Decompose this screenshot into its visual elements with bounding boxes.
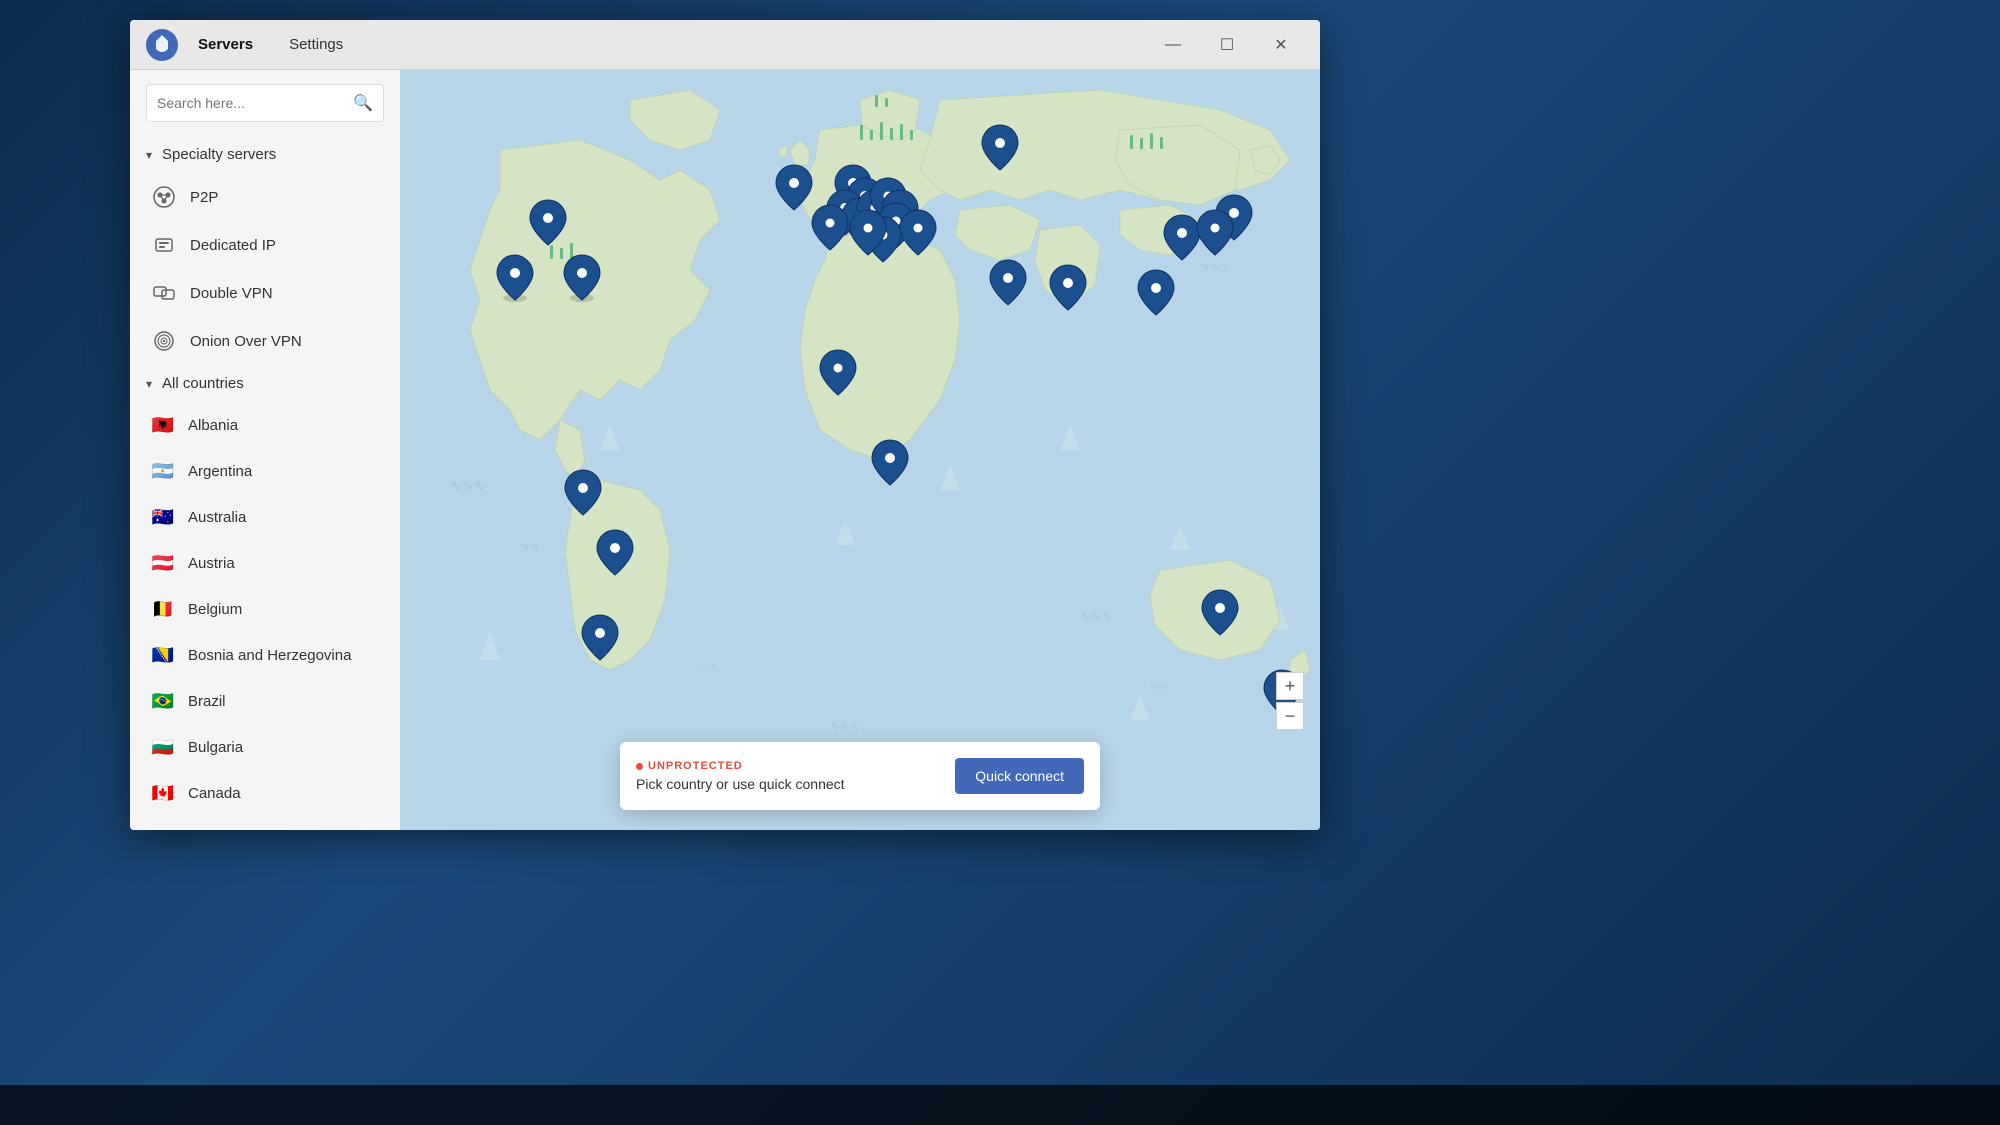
svg-text:∿∿∿: ∿∿∿ xyxy=(450,477,485,493)
p2p-label: P2P xyxy=(190,189,218,206)
status-bar: UNPROTECTED Pick country or use quick co… xyxy=(620,742,1100,810)
app-body: 🔍 ▾ Specialty servers xyxy=(130,70,1320,830)
app-window: Servers Settings — ☐ ✕ 🔍 xyxy=(130,20,1320,830)
svg-text:∿∿∿: ∿∿∿ xyxy=(830,719,860,733)
all-countries-label: All countries xyxy=(162,375,244,392)
sidebar: 🔍 ▾ Specialty servers xyxy=(130,70,400,830)
australia-flag: 🇦🇺 xyxy=(150,504,176,530)
zoom-out-button[interactable]: − xyxy=(1276,702,1304,730)
bulgaria-label: Bulgaria xyxy=(188,739,243,756)
sidebar-item-chile[interactable]: 🇨🇱 Chile xyxy=(130,816,400,830)
close-button[interactable]: ✕ xyxy=(1258,29,1304,61)
window-controls: — ☐ ✕ xyxy=(1150,29,1304,61)
double-vpn-label: Double VPN xyxy=(190,285,273,302)
sidebar-item-onion-vpn[interactable]: Onion Over VPN xyxy=(130,317,400,365)
maximize-button[interactable]: ☐ xyxy=(1204,29,1250,61)
belgium-label: Belgium xyxy=(188,601,242,618)
dedicated-ip-label: Dedicated IP xyxy=(190,237,276,254)
bulgaria-flag: 🇧🇬 xyxy=(150,734,176,760)
svg-text:∿∿: ∿∿ xyxy=(520,539,540,553)
sidebar-item-bosnia[interactable]: 🇧🇦 Bosnia and Herzegovina xyxy=(130,632,400,678)
sidebar-item-p2p[interactable]: P2P xyxy=(130,173,400,221)
map-zoom-controls: + − xyxy=(1276,672,1304,730)
all-countries-header[interactable]: ▾ All countries xyxy=(130,365,400,402)
sidebar-item-bulgaria[interactable]: 🇧🇬 Bulgaria xyxy=(130,724,400,770)
svg-text:∿∿: ∿∿ xyxy=(700,661,718,673)
australia-label: Australia xyxy=(188,509,246,526)
canada-flag: 🇨🇦 xyxy=(150,780,176,806)
sidebar-item-belgium[interactable]: 🇧🇪 Belgium xyxy=(130,586,400,632)
sidebar-item-double-vpn[interactable]: Double VPN xyxy=(130,269,400,317)
sidebar-item-australia[interactable]: 🇦🇺 Australia xyxy=(130,494,400,540)
sidebar-item-dedicated-ip[interactable]: Dedicated IP xyxy=(130,221,400,269)
belgium-flag: 🇧🇪 xyxy=(150,596,176,622)
austria-flag: 🇦🇹 xyxy=(150,550,176,576)
search-box[interactable]: 🔍 xyxy=(146,84,384,122)
taskbar xyxy=(0,1085,2000,1125)
title-bar-nav: Servers Settings xyxy=(190,32,1150,57)
specialty-servers-label: Specialty servers xyxy=(162,146,276,163)
app-logo xyxy=(146,29,178,61)
zoom-in-button[interactable]: + xyxy=(1276,672,1304,700)
specialty-servers-header[interactable]: ▾ Specialty servers xyxy=(130,136,400,173)
albania-flag: 🇦🇱 xyxy=(150,412,176,438)
argentina-flag: 🇦🇷 xyxy=(150,458,176,484)
svg-text:∿∿∿: ∿∿∿ xyxy=(1080,608,1113,623)
bosnia-flag: 🇧🇦 xyxy=(150,642,176,668)
bosnia-label: Bosnia and Herzegovina xyxy=(188,647,351,664)
specialty-chevron-icon: ▾ xyxy=(146,148,152,162)
sidebar-list: ▾ Specialty servers xyxy=(130,136,400,830)
albania-label: Albania xyxy=(188,417,238,434)
nav-settings[interactable]: Settings xyxy=(281,32,351,57)
all-countries-chevron-icon: ▾ xyxy=(146,377,152,391)
nav-servers[interactable]: Servers xyxy=(190,32,261,57)
onion-vpn-label: Onion Over VPN xyxy=(190,333,302,350)
quick-connect-button[interactable]: Quick connect xyxy=(955,758,1084,794)
p2p-icon xyxy=(150,183,178,211)
sidebar-item-canada[interactable]: 🇨🇦 Canada xyxy=(130,770,400,816)
argentina-label: Argentina xyxy=(188,463,252,480)
map-area[interactable]: ∿∿∿ ∿∿ ∿∿∿ ∿∿∿ ∿∿ ∿∿∿ ∿∿ xyxy=(400,70,1320,830)
chile-flag: 🇨🇱 xyxy=(150,826,176,830)
minimize-button[interactable]: — xyxy=(1150,29,1196,61)
brazil-label: Brazil xyxy=(188,693,226,710)
double-vpn-icon xyxy=(150,279,178,307)
status-message: Pick country or use quick connect xyxy=(636,776,939,792)
status-info: UNPROTECTED Pick country or use quick co… xyxy=(636,760,939,792)
search-input[interactable] xyxy=(157,95,345,111)
status-dot xyxy=(636,763,643,770)
search-icon: 🔍 xyxy=(353,93,373,113)
brazil-flag: 🇧🇷 xyxy=(150,688,176,714)
unprotected-label: UNPROTECTED xyxy=(636,760,939,772)
svg-text:∿∿: ∿∿ xyxy=(1150,681,1168,693)
title-bar: Servers Settings — ☐ ✕ xyxy=(130,20,1320,70)
svg-text:∿∿∿: ∿∿∿ xyxy=(1200,259,1230,273)
sidebar-item-argentina[interactable]: 🇦🇷 Argentina xyxy=(130,448,400,494)
search-container: 🔍 xyxy=(130,70,400,136)
world-map-svg: ∿∿∿ ∿∿ ∿∿∿ ∿∿∿ ∿∿ ∿∿∿ ∿∿ xyxy=(400,70,1320,830)
sidebar-item-austria[interactable]: 🇦🇹 Austria xyxy=(130,540,400,586)
austria-label: Austria xyxy=(188,555,235,572)
sidebar-item-albania[interactable]: 🇦🇱 Albania xyxy=(130,402,400,448)
onion-vpn-icon xyxy=(150,327,178,355)
dedicated-ip-icon xyxy=(150,231,178,259)
sidebar-item-brazil[interactable]: 🇧🇷 Brazil xyxy=(130,678,400,724)
canada-label: Canada xyxy=(188,785,241,802)
